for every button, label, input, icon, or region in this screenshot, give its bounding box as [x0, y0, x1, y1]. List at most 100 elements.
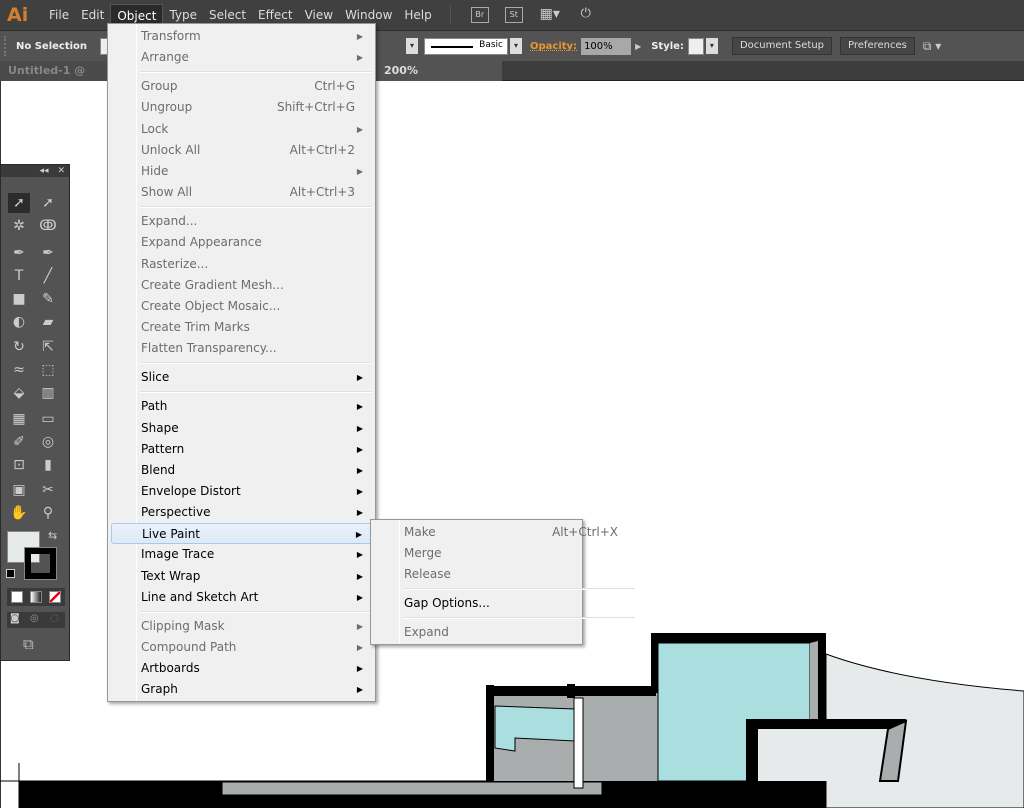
menu-item-merge[interactable]: Merge [374, 543, 636, 564]
width-tool-icon[interactable]: ≈ [8, 360, 30, 380]
floor-plate [221, 781, 603, 796]
menu-item-create-object-mosaic[interactable]: Create Object Mosaic... [111, 296, 373, 317]
collapse-panel-icon[interactable]: ◂◂ [40, 166, 49, 176]
bridge-icon[interactable]: Br [470, 7, 489, 23]
eraser-tool-icon[interactable]: ▰ [37, 312, 59, 332]
menu-item-release[interactable]: Release [374, 564, 636, 585]
menu-item-live-paint[interactable]: Live Paint ▶ [111, 523, 373, 545]
sync-settings-icon[interactable]: ⏻ [577, 7, 595, 23]
opacity-input[interactable]: 100% [581, 37, 632, 55]
menu-item-group[interactable]: Group Ctrl+G [111, 76, 373, 97]
grip-handle[interactable] [4, 36, 8, 56]
menu-item-ungroup[interactable]: Ungroup Shift+Ctrl+G [111, 97, 373, 118]
draw-inside-icon[interactable]: ◌ [50, 613, 59, 624]
opacity-slider-arrow[interactable]: ▶ [635, 42, 641, 51]
paintbrush-tool-icon[interactable]: ✎ [37, 289, 59, 309]
draw-normal-icon[interactable]: ◙ [10, 613, 20, 624]
eyedropper-tool-icon[interactable]: ✐ [8, 432, 30, 452]
arrange-documents-icon[interactable]: ⧉ ▾ [923, 39, 941, 54]
zoom-tool-icon[interactable]: ⚲ [37, 503, 59, 523]
menu-item-hide[interactable]: Hide ▶ [111, 161, 373, 182]
blend-tool-icon[interactable]: ◎ [37, 432, 59, 452]
menu-item-path[interactable]: Path ▶ [111, 396, 373, 417]
menu-item-show-all[interactable]: Show All Alt+Ctrl+3 [111, 182, 373, 203]
stroke-profile[interactable]: Basic [424, 37, 508, 55]
tools-panel-header[interactable]: ◂◂ ✕ [1, 165, 69, 177]
workspace-layout-icon[interactable]: ▦▾ [539, 7, 561, 23]
menu-item-blend[interactable]: Blend ▶ [111, 460, 373, 481]
menu-item-lock[interactable]: Lock ▶ [111, 119, 373, 140]
opacity-label[interactable]: Opacity: [530, 41, 577, 52]
menu-item-image-trace[interactable]: Image Trace ▶ [111, 544, 373, 565]
free-transform-tool-icon[interactable]: ⬚ [37, 360, 59, 380]
menu-item-create-trim-marks[interactable]: Create Trim Marks [111, 317, 373, 338]
menu-item-text-wrap[interactable]: Text Wrap ▶ [111, 566, 373, 587]
gradient-mode-icon[interactable] [30, 591, 42, 603]
style-swatch[interactable] [687, 37, 704, 55]
menu-item-shape[interactable]: Shape ▶ [111, 418, 373, 439]
tab-active-document[interactable]: 200% (RGB/Preview) × [376, 61, 502, 117]
menu-file[interactable]: File [43, 4, 75, 26]
pen-tool-icon[interactable]: ✒ [8, 243, 30, 263]
gradient-tool-icon[interactable]: ▭ [37, 409, 59, 429]
draw-behind-icon[interactable]: ◎ [30, 613, 39, 624]
menu-help[interactable]: Help [398, 4, 437, 26]
menu-item-flatten-transparency[interactable]: Flatten Transparency... [111, 338, 373, 359]
screen-mode-icon[interactable]: ⧉ [23, 635, 34, 653]
menu-item-make[interactable]: Make Alt+Ctrl+X [374, 522, 636, 543]
line-segment-tool-icon[interactable]: ╱ [37, 266, 59, 286]
menu-item-line-and-sketch-art[interactable]: Line and Sketch Art ▶ [111, 587, 373, 608]
shaper-tool-icon[interactable]: ◐ [8, 312, 30, 332]
menu-item-artboards[interactable]: Artboards ▶ [111, 658, 373, 679]
stroke-weight-dropdown[interactable]: ▾ [406, 38, 418, 54]
slice-tool-icon[interactable]: ✂ [37, 480, 59, 500]
menu-edit[interactable]: Edit [75, 4, 110, 26]
lasso-tool-icon[interactable]: ↂ [37, 216, 59, 236]
preferences-button[interactable]: Preferences [840, 37, 915, 55]
swap-colors-icon[interactable]: ⇆ [48, 529, 57, 542]
submenu-arrow-icon: ▶ [356, 621, 363, 631]
mesh-tool-icon[interactable]: ▦ [8, 409, 30, 429]
stroke-color-swatch[interactable] [24, 547, 57, 580]
selection-tool-icon[interactable]: ➚ [8, 193, 30, 213]
menu-item-unlock-all[interactable]: Unlock All Alt+Ctrl+2 [111, 140, 373, 161]
magic-wand-tool-icon[interactable]: ✲ [8, 216, 30, 236]
menu-item-rasterize[interactable]: Rasterize... [111, 254, 373, 275]
menu-item-create-gradient-mesh[interactable]: Create Gradient Mesh... [111, 275, 373, 296]
rectangle-tool-icon[interactable]: ■ [8, 289, 30, 309]
document-setup-button[interactable]: Document Setup [731, 37, 833, 55]
scale-tool-icon[interactable]: ⇱ [37, 337, 59, 357]
menu-item-gap-options[interactable]: Gap Options... [374, 593, 636, 614]
menu-item-graph[interactable]: Graph ▶ [111, 679, 373, 700]
stock-icon[interactable]: St [504, 7, 523, 23]
hand-tool-icon[interactable]: ✋ [8, 503, 30, 523]
type-tool-icon[interactable]: T [8, 266, 30, 286]
menu-item-expand[interactable]: Expand [374, 622, 636, 643]
column-graph-tool-icon[interactable]: ▮ [37, 455, 59, 475]
menu-item-clipping-mask[interactable]: Clipping Mask ▶ [111, 616, 373, 637]
artboard-tool-icon[interactable]: ▣ [8, 480, 30, 500]
shape-builder-tool-icon[interactable]: ⬙ [8, 383, 30, 403]
menu-item-transform[interactable]: Transform ▶ [111, 26, 373, 47]
style-dropdown[interactable]: ▾ [705, 38, 718, 54]
menu-item-label: Make [404, 525, 436, 539]
menu-item-perspective[interactable]: Perspective ▶ [111, 502, 373, 523]
menu-item-arrange[interactable]: Arrange ▶ [111, 47, 373, 68]
menu-item-pattern[interactable]: Pattern ▶ [111, 439, 373, 460]
tab-untitled-1[interactable]: Untitled-1 @ 100% [0, 61, 108, 97]
menu-item-slice[interactable]: Slice ▶ [111, 367, 373, 388]
default-colors-icon[interactable] [6, 569, 15, 578]
menu-item-expand-appearance[interactable]: Expand Appearance [111, 232, 373, 253]
menu-item-envelope-distort[interactable]: Envelope Distort ▶ [111, 481, 373, 502]
none-mode-icon[interactable] [49, 591, 61, 603]
color-mode-icon[interactable] [11, 591, 23, 603]
menu-item-compound-path[interactable]: Compound Path ▶ [111, 637, 373, 658]
rotate-tool-icon[interactable]: ↻ [8, 337, 30, 357]
curvature-tool-icon[interactable]: ✒ [37, 243, 59, 263]
symbol-sprayer-tool-icon[interactable]: ⊡ [8, 455, 30, 475]
direct-selection-tool-icon[interactable]: ➚ [37, 193, 59, 213]
perspective-grid-tool-icon[interactable]: ▥ [37, 383, 59, 403]
stroke-profile-dropdown[interactable]: ▾ [510, 38, 522, 54]
close-panel-icon[interactable]: ✕ [57, 166, 65, 176]
menu-item-expand[interactable]: Expand... [111, 211, 373, 232]
